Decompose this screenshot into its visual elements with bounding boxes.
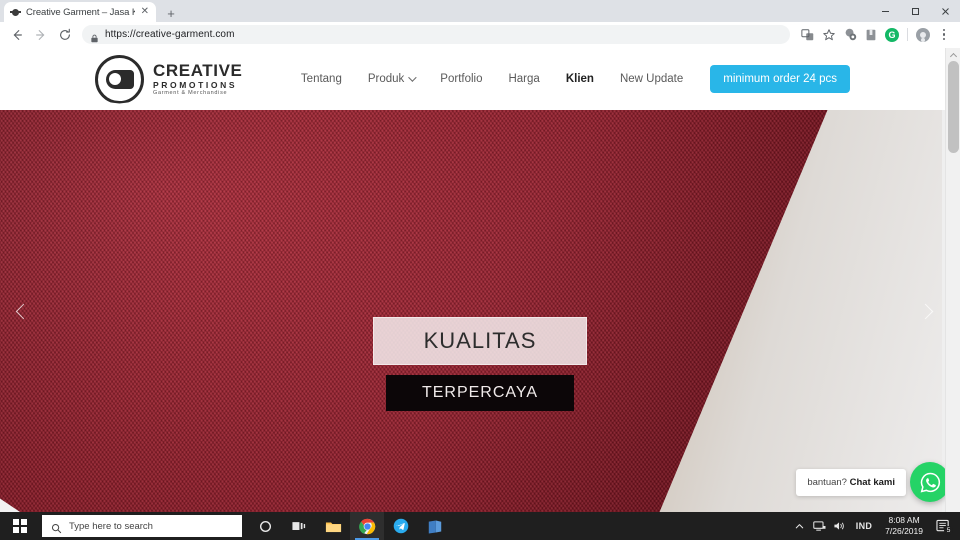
whatsapp-button[interactable]	[910, 462, 950, 502]
tab-title: Creative Garment – Jasa Konveks	[26, 6, 135, 18]
show-hidden-icons-chevron[interactable]	[790, 512, 810, 540]
nav-label: Klien	[565, 73, 594, 85]
chevron-right-icon	[917, 303, 933, 319]
nav-item-harga[interactable]: Harga	[495, 73, 552, 85]
nav-label: Tentang	[300, 73, 342, 85]
star-icon[interactable]	[819, 24, 839, 46]
three-dots-menu-icon[interactable]	[934, 24, 954, 46]
chevron-left-icon	[15, 303, 31, 319]
input-language-indicator[interactable]: IND	[850, 521, 878, 531]
minimize-button[interactable]	[870, 0, 900, 22]
nav-item-produk[interactable]: Produk	[355, 73, 427, 85]
forward-arrow-icon[interactable]	[30, 24, 52, 46]
logo-line-2: PROMOTIONS	[153, 79, 238, 90]
toolbar-divider	[907, 28, 908, 41]
action-center-button[interactable]: 5	[930, 512, 956, 540]
chrome-button[interactable]	[350, 512, 384, 540]
taskbar-search-box[interactable]: Type here to search	[42, 515, 242, 537]
reload-icon[interactable]	[54, 24, 76, 46]
scrollbar-thumb[interactable]	[948, 61, 959, 153]
windows-start-icon	[13, 519, 27, 533]
slider-next-button[interactable]	[912, 298, 938, 324]
book-app-icon	[428, 520, 442, 534]
main-navigation: Tentang Produk Portfolio Harga Klien New…	[288, 65, 850, 93]
clock-date: 7/26/2019	[885, 526, 923, 536]
slider-prev-button[interactable]	[10, 298, 36, 324]
taskbar-search-placeholder: Type here to search	[69, 520, 153, 532]
whatsapp-icon	[920, 472, 940, 493]
maximize-button[interactable]	[900, 0, 930, 22]
hero-background-image	[0, 110, 960, 512]
whatsapp-chat-widget[interactable]: bantuan? Chat kami	[796, 462, 950, 502]
cortana-button[interactable]	[248, 512, 282, 540]
tab-close-icon[interactable]: ✕	[140, 7, 150, 17]
extension-puzzle-icon[interactable]	[840, 24, 860, 46]
browser-toolbar: https://creative-garment.com G	[0, 22, 960, 48]
nav-label: New Update	[619, 73, 684, 85]
file-explorer-button[interactable]	[316, 512, 350, 540]
creative-promotions-logo-icon	[95, 54, 144, 104]
scroll-up-arrow-icon[interactable]	[946, 50, 960, 60]
address-bar-url: https://creative-garment.com	[105, 29, 235, 40]
file-explorer-icon	[325, 521, 341, 532]
nav-label: Produk	[367, 73, 405, 85]
new-tab-button[interactable]: +	[162, 4, 180, 22]
close-button[interactable]	[930, 0, 960, 22]
book-app-button[interactable]	[418, 512, 452, 540]
taskbar-app-buttons	[248, 512, 452, 540]
minimum-order-button[interactable]: minimum order 24 pcs	[710, 65, 850, 93]
site-logo[interactable]: CREATIVE PROMOTIONS Garment & Merchandis…	[95, 54, 243, 104]
start-button[interactable]	[0, 512, 40, 540]
notification-badge: 5	[944, 526, 953, 535]
toolbar-right-icons: G	[798, 24, 954, 46]
system-tray: IND 8:08 AM 7/26/2019 5	[790, 512, 960, 540]
site-favicon-icon	[10, 7, 21, 18]
task-view-button[interactable]	[282, 512, 316, 540]
volume-icon[interactable]	[830, 512, 850, 540]
hero-text-block: KUALITAS TERPERCAYA	[0, 317, 960, 411]
nav-item-klien[interactable]: Klien	[553, 73, 607, 85]
browser-window: Creative Garment – Jasa Konveks ✕ +	[0, 0, 960, 512]
whatsapp-text-bold: Chat kami	[849, 476, 895, 488]
nav-item-new-update[interactable]: New Update	[607, 73, 696, 85]
page-scrollbar[interactable]	[945, 48, 960, 512]
profile-avatar-icon[interactable]	[913, 24, 933, 46]
translate-icon[interactable]	[798, 24, 818, 46]
window-controls	[870, 0, 960, 22]
browser-tab[interactable]: Creative Garment – Jasa Konveks ✕	[4, 2, 156, 22]
page-viewport: CREATIVE PROMOTIONS Garment & Merchandis…	[0, 48, 960, 512]
logo-line-3: Garment & Merchandise	[153, 90, 228, 96]
search-icon	[51, 521, 62, 533]
taskbar-clock[interactable]: 8:08 AM 7/26/2019	[878, 515, 930, 536]
telegram-button[interactable]	[384, 512, 418, 540]
logo-line-1: CREATIVE	[153, 60, 243, 80]
reading-list-icon[interactable]	[861, 24, 881, 46]
nav-label: Portfolio	[440, 73, 483, 85]
tab-strip: Creative Garment – Jasa Konveks ✕ +	[0, 0, 960, 22]
task-view-icon	[292, 521, 306, 530]
nav-item-portfolio[interactable]: Portfolio	[427, 73, 495, 85]
whatsapp-text-normal: bantuan?	[807, 476, 850, 488]
hero-subheadline: TERPERCAYA	[385, 375, 575, 411]
lock-icon	[90, 30, 99, 43]
chevron-down-icon	[408, 73, 417, 82]
logo-text: CREATIVE PROMOTIONS Garment & Merchandis…	[153, 62, 243, 97]
chrome-icon	[358, 518, 375, 534]
whatsapp-chat-label[interactable]: bantuan? Chat kami	[796, 468, 906, 496]
windows-taskbar: Type here to search IND 8:08 AM 7/26/201…	[0, 512, 960, 540]
nav-item-tentang[interactable]: Tentang	[288, 73, 355, 85]
site-header: CREATIVE PROMOTIONS Garment & Merchandis…	[0, 48, 960, 110]
telegram-icon	[393, 518, 409, 534]
address-bar[interactable]: https://creative-garment.com	[82, 25, 790, 44]
hero-headline: KUALITAS	[372, 317, 588, 365]
back-arrow-icon[interactable]	[6, 24, 28, 46]
cortana-icon	[259, 520, 271, 532]
network-monitor-icon[interactable]	[810, 512, 830, 540]
nav-label: Harga	[508, 73, 540, 85]
grammarly-icon[interactable]: G	[882, 24, 902, 46]
hero-slider: KUALITAS TERPERCAYA bantuan? Chat kami	[0, 110, 960, 512]
clock-time: 8:08 AM	[888, 515, 920, 526]
